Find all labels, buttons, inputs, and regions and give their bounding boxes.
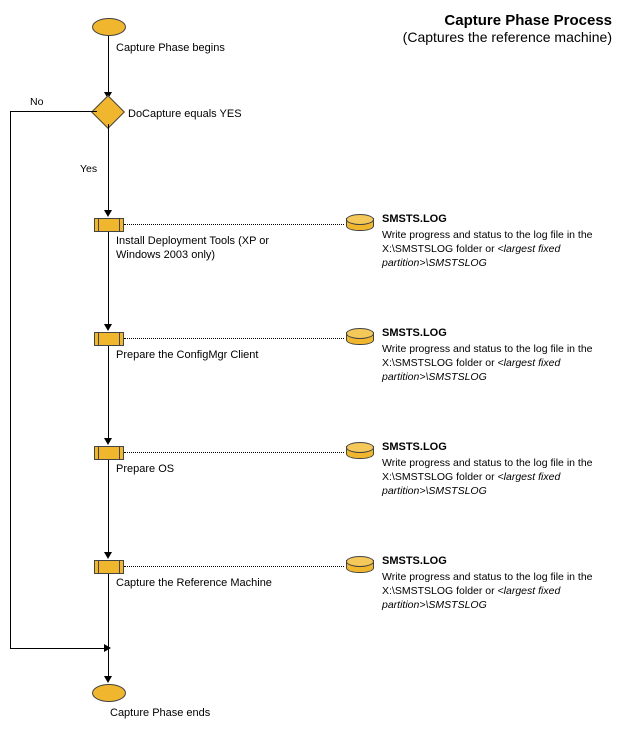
log-desc3: \SMSTSLOG [426,257,487,269]
log-title: SMSTS.LOG [382,440,612,454]
end-terminator [92,684,126,702]
log-desc1: Write progress and status to the log fil… [382,457,593,483]
dotted-connector [124,452,344,453]
process-label: Prepare OS [116,463,291,477]
log-title: SMSTS.LOG [382,212,612,226]
process-prepare-configmgr [94,332,124,346]
log-block: SMSTS.LOG Write progress and status to t… [382,554,612,612]
dotted-connector [124,566,344,567]
arrow [104,676,112,683]
log-desc3: \SMSTSLOG [426,599,487,611]
log-desc3: \SMSTSLOG [426,371,487,383]
arrow [104,438,112,445]
process-label: Install Deployment Tools (XP or Windows … [116,235,291,263]
connector [108,346,109,439]
no-connector-h2 [10,648,105,649]
title-sub: (Captures the reference machine) [403,29,612,45]
connector [108,36,109,93]
database-icon [346,214,372,230]
database-icon [346,442,372,458]
decision-no-label: No [30,96,43,109]
database-icon [346,556,372,572]
process-install-deployment-tools [94,218,124,232]
decision-label: DoCapture equals YES [128,108,278,122]
log-title: SMSTS.LOG [382,554,612,568]
title-main: Capture Phase Process [403,12,612,29]
arrow [104,324,112,331]
log-block: SMSTS.LOG Write progress and status to t… [382,326,612,384]
connector [108,232,109,325]
no-connector-v [10,111,11,648]
connector [108,460,109,553]
database-icon [346,328,372,344]
dotted-connector [124,224,344,225]
connector [108,574,109,677]
end-label: Capture Phase ends [110,707,260,721]
process-label: Capture the Reference Machine [116,577,291,591]
log-desc1: Write progress and status to the log fil… [382,343,593,369]
process-prepare-os [94,446,124,460]
log-block: SMSTS.LOG Write progress and status to t… [382,440,612,498]
log-title: SMSTS.LOG [382,326,612,340]
log-desc1: Write progress and status to the log fil… [382,229,593,255]
connector [108,124,109,211]
no-connector-h [10,111,97,112]
diagram-title: Capture Phase Process (Captures the refe… [403,12,612,45]
log-desc3: \SMSTSLOG [426,485,487,497]
start-label: Capture Phase begins [116,42,266,56]
process-label: Prepare the ConfigMgr Client [116,349,291,363]
dotted-connector [124,338,344,339]
process-capture-reference [94,560,124,574]
arrow [104,552,112,559]
arrow [104,210,112,217]
log-desc1: Write progress and status to the log fil… [382,571,593,597]
capture-phase-flowchart: Capture Phase Process (Captures the refe… [10,10,612,732]
start-terminator [92,18,126,36]
log-block: SMSTS.LOG Write progress and status to t… [382,212,612,270]
decision-yes-label: Yes [80,163,97,176]
